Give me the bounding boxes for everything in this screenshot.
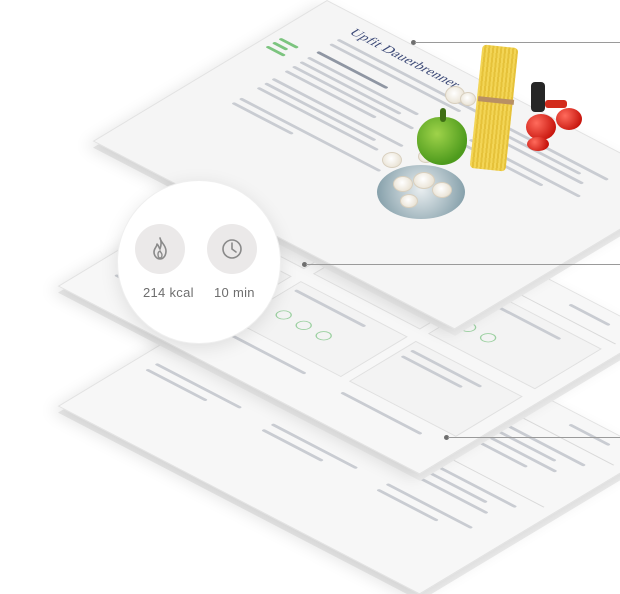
time-value: 10 min — [214, 285, 255, 300]
callout-line-bottom — [448, 437, 620, 438]
callout-line-middle — [306, 264, 620, 265]
calories-icon-badge — [135, 224, 185, 274]
tomato — [526, 114, 556, 140]
flame-icon — [153, 237, 167, 260]
document-stack-illustration: Upfit Dauerbrenner 214 kcal 10 min — [0, 0, 620, 594]
callout-line-top — [415, 42, 620, 43]
clock-icon — [222, 239, 242, 259]
calories-value: 214 kcal — [143, 285, 194, 300]
stats-magnifier: 214 kcal 10 min — [117, 180, 281, 344]
bell-pepper — [417, 117, 467, 165]
oil-bottle — [531, 82, 545, 112]
time-icon-badge — [207, 224, 257, 274]
